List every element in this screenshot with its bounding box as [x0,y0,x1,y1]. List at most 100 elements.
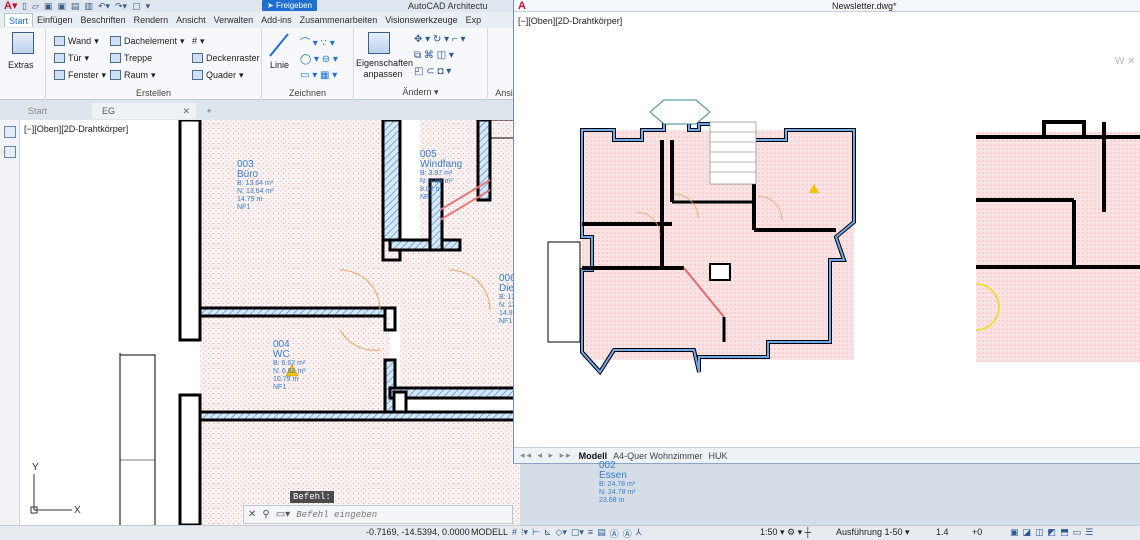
share-drop-icon[interactable]: ▾ [146,1,151,12]
elevation-offset[interactable]: +0 [972,527,982,537]
snap-toggle-icon[interactable]: ⁞▾ [521,527,528,540]
float-file-name: Newsletter.dwg* [832,1,897,11]
tab-visionswerkzeuge[interactable]: Visionswerkzeuge [381,13,461,27]
open-file-icon[interactable]: ▱ [32,1,39,12]
tab-ansicht[interactable]: Ansicht [172,13,210,27]
close-command-icon[interactable]: ✕ [248,509,256,520]
stair-button[interactable]: Treppe [110,51,185,65]
circle-icon[interactable]: ◯ ▾ ⊖ ▾ [300,54,338,65]
arc-icon[interactable]: ⌒ ▾ ∵ ▾ [300,34,338,49]
layer-icon[interactable]: ⬒ [1060,527,1069,538]
right-floorplan [975,120,1140,362]
workspace-switch-icon[interactable]: ▭ [1073,527,1082,538]
model-space-toggle[interactable]: MODELL [471,527,508,537]
command-input[interactable] [296,509,497,520]
room-tag-windfang[interactable]: 005 Windfang B: 3.97 m² N: 3.98 m² 8.02 … [420,150,462,202]
isolate-icon[interactable]: ◪ [1023,527,1032,538]
save-icon[interactable]: ▣ [44,1,53,12]
float-title-bar[interactable]: A Newsletter.dwg* [514,0,1140,12]
space-button[interactable]: Raum ▾ [110,68,185,82]
line-icon [269,33,289,57]
tab-zusammenarbeiten[interactable]: Zusammenarbeiten [296,13,382,27]
box-button[interactable]: Quader ▾ [192,68,260,82]
line-button[interactable] [268,32,290,61]
offset-icon[interactable]: ◰ ⊂ ◘ ▾ [414,66,466,77]
polar-toggle-icon[interactable]: ⊾ [544,527,552,540]
room-tag-buero[interactable]: 003 Büro B: 13.64 m² N: 13.64 m² 14.79 m… [237,160,274,212]
ceiling-grid-button[interactable]: Deckenraster [192,51,260,65]
move-icon[interactable]: ✥ ▾ ↻ ▾ ⌐ ▾ [414,34,466,45]
undo-icon[interactable]: ↶▾ [98,1,110,12]
room-tag-essen[interactable]: 002 Essen B: 24.78 m² N: 24.78 m² 23.68 … [599,461,636,505]
roof-slab-button[interactable]: Dachelement ▾ [110,34,185,48]
plot-icon[interactable]: ▥ [84,1,93,12]
save-as-icon[interactable]: ▣ [57,1,66,12]
grid-button[interactable]: # ▾ [192,34,260,48]
tab-verwalten[interactable]: Verwalten [210,13,258,27]
viewport-label[interactable]: [−][Oben][2D-Drahtkörper] [24,124,128,134]
rectangle-icon[interactable]: ▭ ▾ ▦ ▾ [300,70,338,81]
tab-beschriften[interactable]: Beschriften [77,13,130,27]
isodraft-icon[interactable]: ◇▾ [555,527,566,540]
layout-nav-arrows-icon[interactable]: ◂◂ ◂ ▸ ▸▸ [520,450,573,461]
door-button[interactable]: Tür ▾ [54,51,106,65]
layout-tab-model[interactable]: Modell [579,451,608,461]
tab-exp[interactable]: Exp [462,13,486,27]
document-tabs: Start EG ✕ + [0,100,520,120]
wall-button[interactable]: Wand ▾ [54,34,106,48]
viewcube-icon[interactable]: W ✕ [1115,56,1140,96]
customize-command-icon[interactable]: ⚲ [262,509,269,520]
clean-screen-icon[interactable]: ◩ [1048,527,1057,538]
cursor-coordinates[interactable]: -0.7169, -14.5394, 0.0000 [366,527,470,537]
command-line[interactable]: ✕ ⚲ ▭▾ [243,505,513,524]
share-button[interactable]: ➤ Freigeben [262,0,317,11]
float-viewport-label[interactable]: [−][Oben][2D-Drahtkörper] [518,16,622,26]
osnap-toggle-icon[interactable]: ▢▾ [571,527,584,540]
recent-commands-icon[interactable]: ▭▾ [276,509,290,520]
zoom-level[interactable]: 1.4 [936,527,949,537]
room-tag-wc[interactable]: 004 WC B: 6.62 m² N: 6.62 m² 10.79 m NF1 [273,340,306,392]
left-tool-strip [0,120,20,525]
app-title: AutoCAD Architectu [408,1,488,11]
tab-start[interactable]: Start [4,13,34,27]
annotation-autoscale-icon[interactable]: Ⓐ [623,527,632,540]
annotation-visibility-icon[interactable]: Ⓐ [610,527,619,540]
main-viewport[interactable]: [−][Oben][2D-Drahtkörper] 003 Büro B: 13… [20,120,520,525]
close-tab-icon[interactable]: ✕ [182,103,190,119]
tab-add-ins[interactable]: Add-ins [257,13,296,27]
window-button[interactable]: Fenster ▾ [54,68,106,82]
float-viewport[interactable]: [−][Oben][2D-Drahtkörper] W ✕ [514,12,1140,446]
customization-menu-icon[interactable]: ☰ [1085,527,1093,538]
tab-einfuegen[interactable]: Einfügen [33,13,77,27]
palette-icon[interactable] [4,126,16,138]
annotation-scale-icon[interactable]: ⅄ [636,527,642,540]
tab-eg-doc[interactable]: EG ✕ [92,103,196,119]
lineweight-icon[interactable]: ≡ [588,527,593,540]
new-tab-button[interactable]: + [202,103,216,119]
display-configuration[interactable]: Ausführung 1-50 ▾ [836,527,910,538]
extras-button[interactable] [12,32,34,57]
new-file-icon[interactable]: ▯ [22,1,27,12]
transparency-icon[interactable]: ▤ [597,527,606,540]
workspace-icon[interactable]: ▢ [132,1,141,12]
tab-start-doc[interactable]: Start [18,103,57,119]
panel-title-erstellen: Erstellen [135,88,171,98]
grid-toggle-icon[interactable]: # [512,527,517,540]
command-history: Befehl: [290,491,334,503]
door-icon [54,53,65,63]
layout-tab-a4[interactable]: A4-Quer Wohnzimmer [613,451,702,461]
tab-rendern[interactable]: Rendern [130,13,173,27]
annotation-scale[interactable]: 1:50 ▾ ⚙ ▾ ┼ [760,527,811,538]
surface-hatch-icon[interactable]: ▣ [1010,527,1019,538]
autocad-logo[interactable]: A▾ [4,0,18,12]
ortho-toggle-icon[interactable]: ⊢ [532,527,540,540]
match-properties-button[interactable] [368,32,390,57]
drafting-toggles: # ⁞▾ ⊢ ⊾ ◇▾ ▢▾ ≡ ▤ Ⓐ Ⓐ ⅄ [512,527,641,540]
web-icon[interactable]: ▤ [71,1,80,12]
ribbon: Extras Wand ▾ Tür ▾ Fenster ▾ Dachelemen… [0,28,520,100]
copy-icon[interactable]: ⧉ ⌘ ◫ ▾ [414,50,466,61]
redo-icon[interactable]: ↷▾ [115,1,127,12]
layout-tab-huk[interactable]: HUK [708,451,727,461]
properties-palette-icon[interactable] [4,146,16,158]
hardware-accel-icon[interactable]: ◫ [1035,527,1044,538]
